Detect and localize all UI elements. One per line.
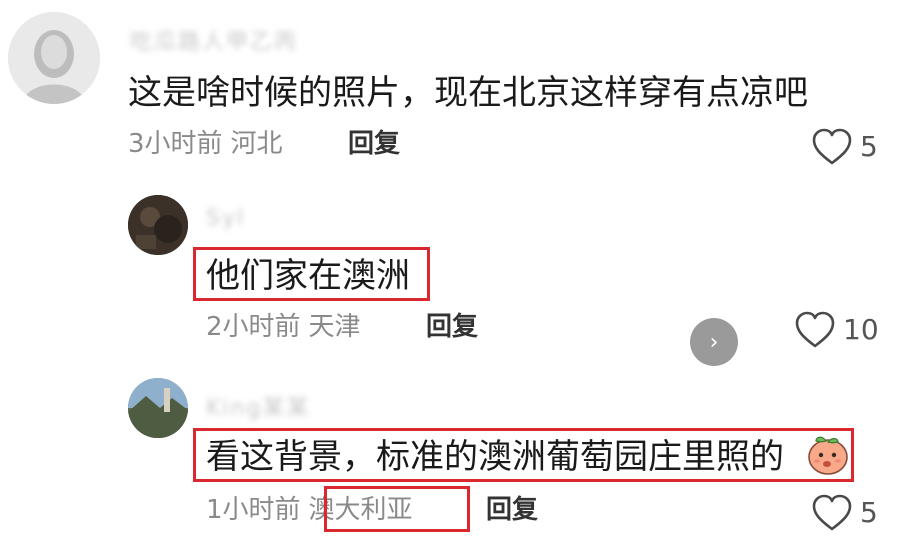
next-button[interactable]: ›	[690, 318, 738, 366]
chevron-right-icon: ›	[709, 329, 719, 355]
comment-text: 他们家在澳洲	[206, 256, 410, 296]
reply-button[interactable]: 回复	[426, 314, 478, 340]
like-button[interactable]: 5	[810, 493, 878, 533]
comment-text: 看这背景，标准的澳洲葡萄园庄里照的	[206, 437, 784, 477]
comment-location: 天津	[308, 312, 361, 342]
username[interactable]: Syl	[206, 206, 245, 231]
comment-meta: 2小时前 天津	[206, 314, 361, 340]
avatar[interactable]	[8, 12, 100, 104]
heart-outline-icon	[812, 128, 852, 165]
comment-text: 这是啥时候的照片，现在北京这样穿有点凉吧	[128, 73, 808, 113]
heart-outline-icon	[812, 494, 852, 531]
reply-button[interactable]: 回复	[348, 131, 400, 157]
peach-face-emoji-icon	[806, 432, 850, 476]
comment-meta: 1小时前 澳大利亚	[206, 497, 413, 523]
comment-location: 河北	[230, 129, 283, 159]
avatar[interactable]	[128, 378, 188, 438]
like-count: 5	[860, 496, 878, 529]
comment-meta: 3小时前 河北	[128, 131, 283, 157]
reply-button[interactable]: 回复	[486, 497, 538, 523]
username[interactable]: 吃瓜路人甲乙丙	[130, 24, 298, 56]
avatar[interactable]	[128, 195, 188, 255]
comment-location: 澳大利亚	[308, 495, 413, 525]
like-count: 5	[860, 130, 878, 163]
like-button[interactable]: 10	[793, 310, 879, 350]
comment-time: 1小时前	[206, 495, 301, 525]
comment-time: 3小时前	[128, 129, 223, 159]
like-count: 10	[843, 313, 879, 346]
comment-time: 2小时前	[206, 312, 301, 342]
username[interactable]: King某某	[206, 390, 310, 422]
heart-outline-icon	[795, 311, 835, 348]
like-button[interactable]: 5	[810, 127, 878, 167]
